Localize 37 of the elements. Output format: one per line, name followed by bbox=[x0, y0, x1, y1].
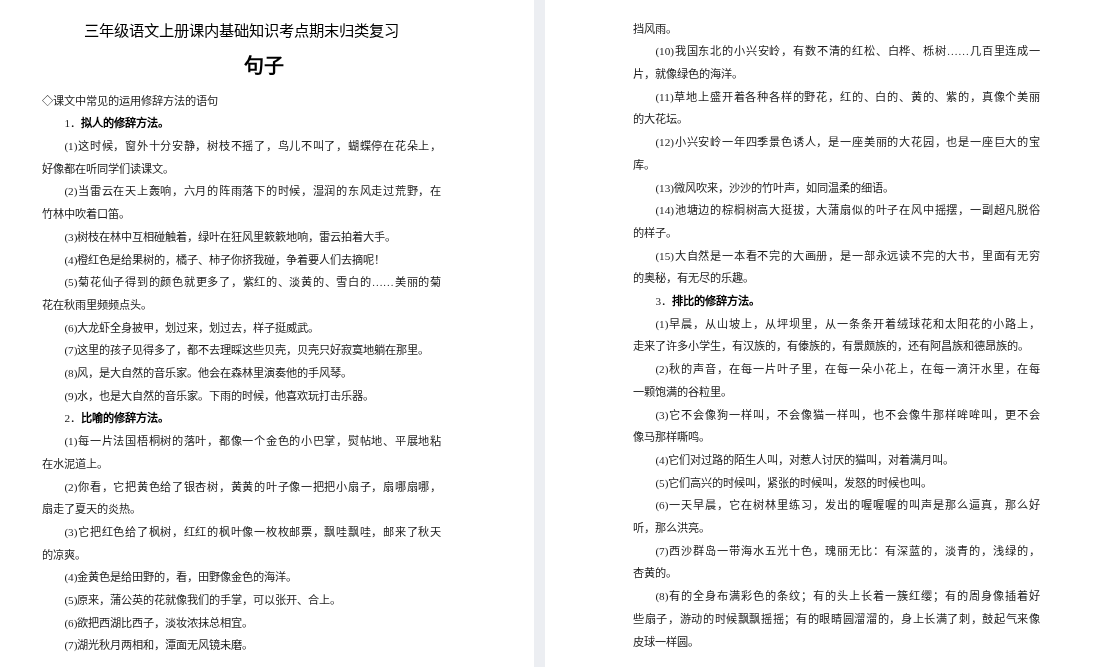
example-sentence: (6)欲把西湖比西子，淡妆浓抹总相宜。 bbox=[63, 615, 255, 631]
section-label: ◇课文中常见的运用修辞方法的语句 bbox=[42, 93, 219, 109]
example-sentence: (2)你看，它把黄色给了银杏树，黄黄的叶子像一把把小扇子，扇哪扇哪， 扇走了夏天的炎热。 bbox=[42, 479, 441, 518]
example-sentence: (3)树枝在林中互相碰触着，绿叶在狂风里簌簌地响，雷云拍着大手。 bbox=[63, 229, 398, 245]
example-sentence: (12)小兴安岭一年四季景色诱人，是一座美丽的大花园，也是一座巨大的宝 库。 bbox=[633, 135, 1040, 173]
section-heading: 3．排比的修辞方法。 bbox=[654, 293, 761, 310]
example-sentence: 挡风雨。 bbox=[633, 21, 678, 37]
example-sentence: (6)一天早晨，它在树林里练习，发出的喔喔喔的叫声是那么逼真，那么好 听，那么洪亮。 bbox=[633, 497, 1040, 537]
example-sentence: (8)有的全身布满彩色的条纹；有的头上长着一簇红缨；有的周身像插着好 些扇子，游动的时候飘飘摇摇；有的眼睛圆溜溜的，身上长满了刺，鼓起气来像 皮球一样圆。 bbox=[633, 588, 1040, 650]
example-sentence: (8)风，是大自然的音乐家。他会在森林里演奏他的手风琴。 bbox=[63, 366, 354, 382]
chapter-title: 句子 bbox=[242, 54, 285, 79]
example-sentence: (7)西沙群岛一带海水五光十色，瑰丽无比：有深蓝的，淡青的，浅绿的， 杏黄的。 bbox=[633, 543, 1040, 582]
example-sentence: (7)湖光秋月两相和，潭面无风镜未磨。 bbox=[63, 638, 255, 654]
example-sentence: (1)这时候，窗外十分安静，树枝不摇了，鸟儿不叫了，蝴蝶停在花朵上， 好像都在听同学们读课文。 bbox=[42, 139, 441, 177]
example-sentence: (14)池塘边的棕榈树高大挺拔，大蒲扇似的叶子在风中摇摆，一副超凡脱俗 的样子。 bbox=[633, 202, 1040, 241]
example-sentence: (3)它不会像狗一样叫，不会像猫一样叫，也不会像牛那样哞哞叫，更不会 像马那样嘶鸣。 bbox=[633, 407, 1040, 446]
example-sentence: (2)当雷云在天上轰响，六月的阵雨落下的时候，湿润的东风走过荒野，在 竹林中吹着口笛。 bbox=[42, 184, 441, 223]
document-title: 三年级语文上册课内基础知识考点期末归类复习 bbox=[83, 21, 400, 41]
section-heading: 1．拟人的修辞方法。 bbox=[63, 115, 170, 132]
section-heading: 2．比喻的修辞方法。 bbox=[63, 410, 170, 427]
example-sentence: (1)早晨，从山坡上，从坪坝里，从一条条开着绒球花和太阳花的小路上， 走来了许多小学生，有汉族的，有傣族的，有景颇族的，还有阿昌族和德昂族的。 bbox=[633, 316, 1040, 355]
example-sentence: (7)这里的孩子见得多了，都不去理睬这些贝壳，贝壳只好寂寞地躺在那里。 bbox=[63, 342, 431, 359]
example-sentence: (5)它们高兴的时候叫，紧张的时候叫，发怒的时候也叫。 bbox=[654, 475, 934, 491]
example-sentence: (10)我国东北的小兴安岭，有数不清的红松、白桦、栎树……几百里连成一 片，就像绿色的海洋。 bbox=[633, 44, 1040, 82]
example-sentence: (13)微风吹来，沙沙的竹叶声，如同温柔的细语。 bbox=[654, 180, 896, 196]
example-sentence: (5)原来，蒲公英的花就像我们的手掌，可以张开、合上。 bbox=[63, 592, 343, 609]
example-sentence: (5)菊花仙子得到的颜色就更多了，紫红的、淡黄的、雪白的……美丽的菊 花在秋雨里频频点头。 bbox=[42, 275, 441, 313]
example-sentence: (2)秋的声音，在每一片叶子里，在每一朵小花上，在每一滴汗水里，在每 一颗饱满的谷粒里。 bbox=[633, 362, 1040, 400]
example-sentence: (4)橙红色是给果树的，橘子、柿子你挤我碰，争着要人们去摘呢！ bbox=[63, 252, 387, 268]
example-sentence: (9)水，也是大自然的音乐家。下雨的时候，他喜欢玩打击乐器。 bbox=[63, 388, 376, 404]
example-sentence: (6)大龙虾全身披甲，划过来，划过去，样子挺威武。 bbox=[63, 320, 321, 336]
example-sentence: (4)它们对过路的陌生人叫，对惹人讨厌的猫叫，对着满月叫。 bbox=[654, 452, 956, 468]
example-sentence: (11)草地上盛开着各种各样的野花，红的、白的、黄的、紫的，真像个美丽 的大花坛。 bbox=[633, 89, 1040, 128]
example-sentence: (1)每一片法国梧桐树的落叶，都像一个金色的小巴掌，熨帖地、平展地粘 在水泥道上。 bbox=[42, 434, 441, 472]
example-sentence: (3)它把红色给了枫树，红红的枫叶像一枚枚邮票，飘哇飘哇，邮来了秋天 的凉爽。 bbox=[42, 524, 441, 563]
example-sentence: (4)金黄色是给田野的，看，田野像金色的海洋。 bbox=[63, 570, 299, 586]
example-sentence: (15)大自然是一本看不完的大画册，是一部永远读不完的大书，里面有无穷 的奥秘，有无尽的乐趣。 bbox=[633, 248, 1040, 287]
